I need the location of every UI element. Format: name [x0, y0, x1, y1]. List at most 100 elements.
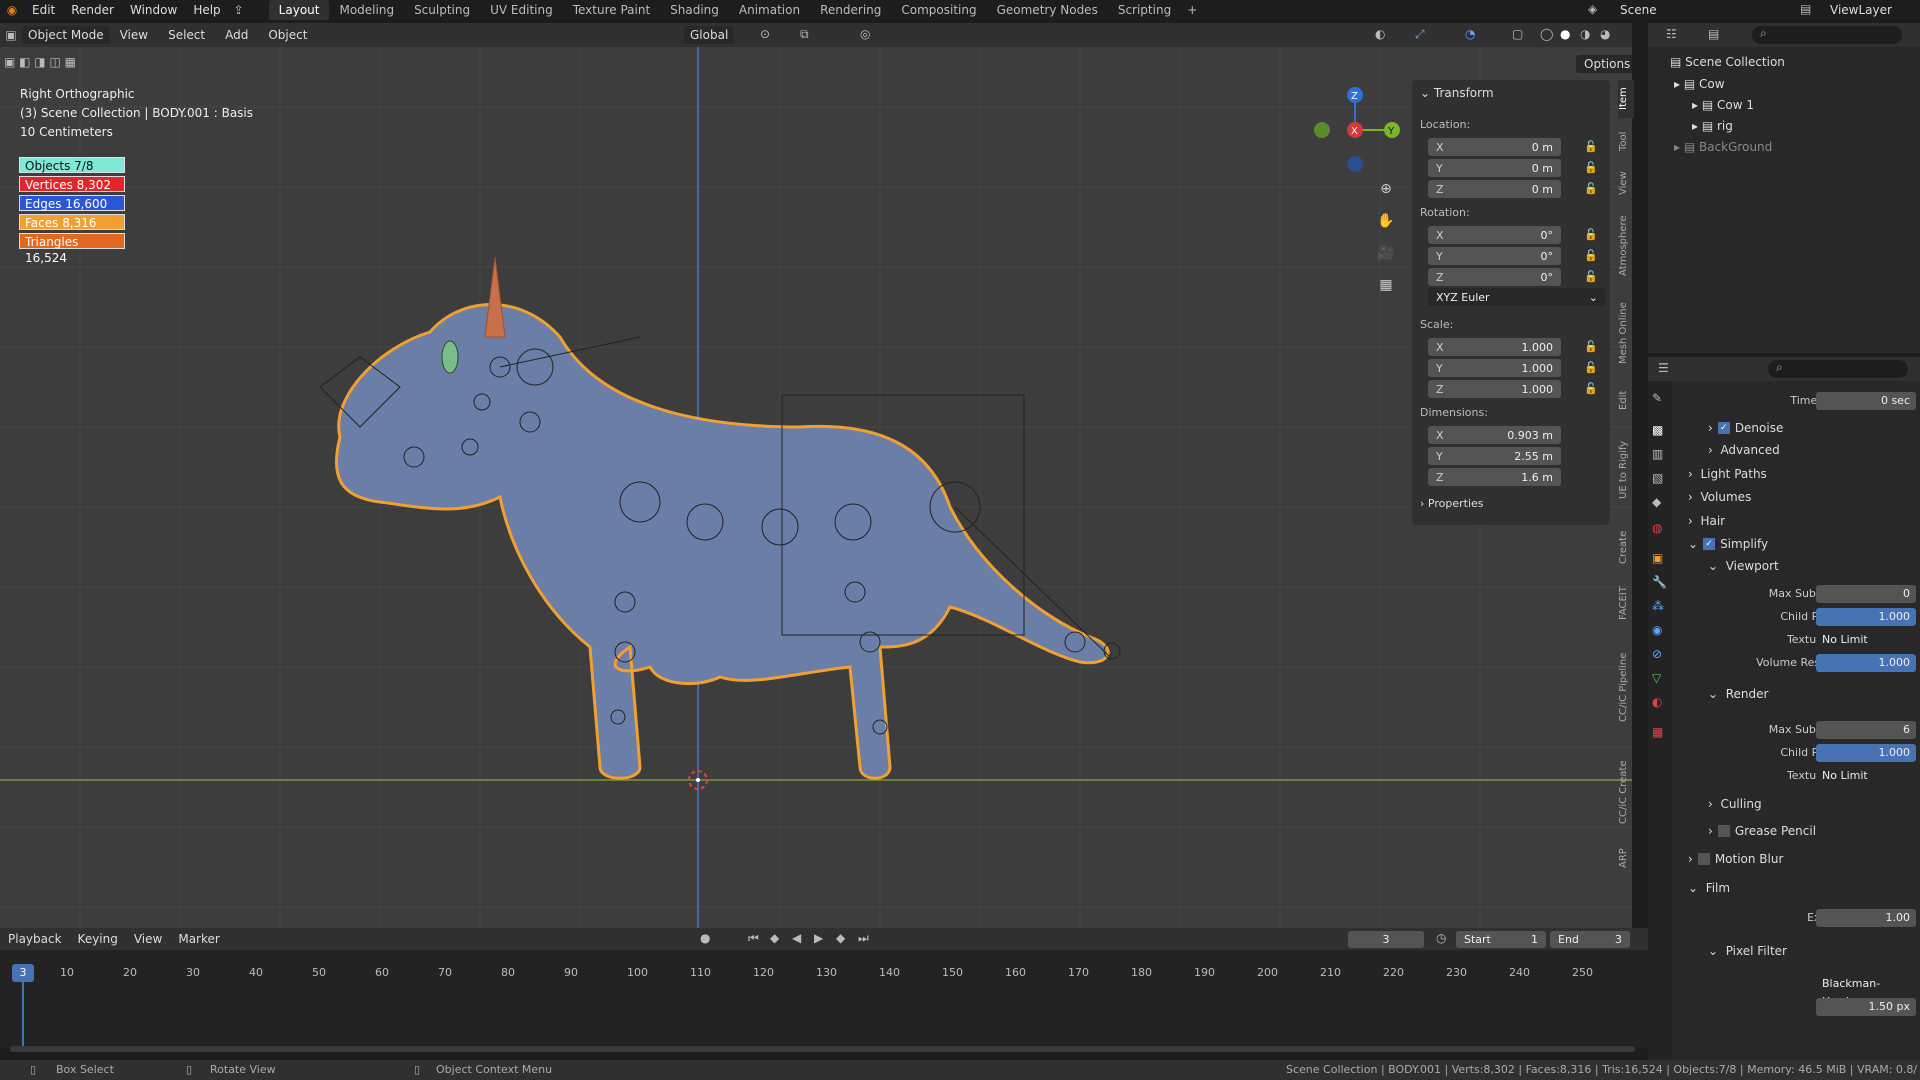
- camera-icon[interactable]: 🎥: [1374, 241, 1398, 265]
- sidebar-tab-mesh-online[interactable]: Mesh Online: [1618, 290, 1634, 377]
- scale-y-field[interactable]: Y 1.000: [1428, 359, 1561, 377]
- xray-icon[interactable]: ▢: [1512, 27, 1523, 41]
- properties-subpanel[interactable]: › Properties: [1420, 497, 1484, 510]
- r-child-particles-field[interactable]: 1.000: [1816, 744, 1916, 762]
- top-menu-help[interactable]: Help: [185, 3, 228, 17]
- proportional-icon[interactable]: ◎: [860, 27, 870, 41]
- pan-hand-icon[interactable]: ✋: [1374, 209, 1398, 233]
- filter-icon[interactable]: ▤: [1708, 27, 1719, 41]
- denoise-checkbox[interactable]: ✓: [1717, 422, 1730, 434]
- denoise-row[interactable]: › ✓ Denoise: [1708, 421, 1920, 435]
- location-y-field[interactable]: Y 0 m: [1428, 159, 1561, 177]
- top-menu-edit[interactable]: Edit: [24, 3, 63, 17]
- scene-collection-row[interactable]: ▤ Scene Collection: [1670, 55, 1785, 69]
- sidebar-tab-cc-ic-pipeline[interactable]: CC/iC Pipeline: [1618, 633, 1634, 741]
- filter-width-field[interactable]: 1.50 px: [1816, 998, 1916, 1016]
- jump-end-icon[interactable]: ⏭: [858, 931, 869, 946]
- motion-blur-checkbox[interactable]: [1697, 853, 1710, 865]
- add-workspace-button[interactable]: +: [1181, 3, 1203, 17]
- grease-pencil-subpanel[interactable]: › Grease Pencil: [1708, 824, 1920, 838]
- filter-type-dropdown[interactable]: Blackman-Harris: [1816, 975, 1916, 1008]
- viewport-menu-select[interactable]: Select: [158, 28, 215, 42]
- lock-icon[interactable]: 🔓: [1584, 140, 1598, 153]
- editor-type-icon[interactable]: ▣: [0, 28, 22, 42]
- render-shading-icon[interactable]: ◕: [1600, 27, 1610, 41]
- upload-icon[interactable]: ⇪: [229, 3, 249, 17]
- sidebar-tab-tool[interactable]: Tool: [1618, 122, 1634, 160]
- scene-props-icon[interactable]: ◆: [1652, 495, 1661, 509]
- sidebar-tab-atmosphere[interactable]: Atmosphere: [1618, 206, 1634, 286]
- record-icon[interactable]: ●: [700, 931, 710, 945]
- tab-compositing[interactable]: Compositing: [891, 0, 986, 20]
- tab-layout[interactable]: Layout: [268, 0, 330, 20]
- prev-keyframe-icon[interactable]: ◆: [770, 931, 779, 945]
- scene-name[interactable]: Scene: [1620, 3, 1657, 17]
- tab-sculpting[interactable]: Sculpting: [404, 0, 480, 20]
- rotation-x-field[interactable]: X 0°: [1428, 226, 1561, 244]
- playhead-marker[interactable]: 3: [12, 964, 34, 982]
- sidebar-tab-arp[interactable]: ARP: [1618, 843, 1634, 874]
- play-icon[interactable]: ▶: [814, 931, 823, 945]
- viewlayer-name[interactable]: ViewLayer: [1830, 3, 1892, 17]
- viewport-menu-object[interactable]: Object: [258, 28, 317, 42]
- outliner-search-input[interactable]: ⌕: [1752, 26, 1902, 44]
- cow-mesh[interactable]: [319, 256, 1121, 780]
- render-icon[interactable]: ▩: [1652, 423, 1663, 437]
- sidebar-tab-ue-to-rigify[interactable]: UE to Rigify: [1618, 423, 1634, 517]
- outliner-item-cow-1[interactable]: ▸ ▤ Cow 1: [1692, 98, 1754, 112]
- display-mode-icon[interactable]: ☷: [1666, 27, 1677, 41]
- grease-pencil-checkbox[interactable]: [1717, 825, 1730, 837]
- world-icon[interactable]: ◍: [1652, 521, 1662, 535]
- time-limit-field[interactable]: 0 sec: [1816, 392, 1916, 410]
- advanced-subpanel[interactable]: › Advanced: [1708, 443, 1920, 457]
- top-menu-render[interactable]: Render: [63, 3, 122, 17]
- orientation-dropdown[interactable]: Global: [684, 26, 735, 44]
- material-shading-icon[interactable]: ◑: [1580, 27, 1590, 41]
- sidebar-tab-item[interactable]: Item: [1618, 80, 1634, 118]
- tab-uv-editing[interactable]: UV Editing: [480, 0, 563, 20]
- film-panel[interactable]: ⌄ Film: [1688, 881, 1920, 895]
- constraints-icon[interactable]: ⊘: [1652, 647, 1662, 661]
- scene-icon[interactable]: ◈: [1588, 2, 1597, 16]
- start-frame-field[interactable]: Start 1: [1456, 931, 1546, 948]
- properties-editor-icon[interactable]: ☰: [1658, 361, 1669, 375]
- dimensions-y-field[interactable]: Y 2.55 m: [1428, 447, 1561, 465]
- timeline-menu-view[interactable]: View: [126, 932, 170, 946]
- tab-modeling[interactable]: Modeling: [329, 0, 404, 20]
- lock-icon[interactable]: 🔓: [1584, 228, 1598, 241]
- location-x-field[interactable]: X 0 m: [1428, 138, 1561, 156]
- tab-geometry-nodes[interactable]: Geometry Nodes: [987, 0, 1108, 20]
- outliner-item-rig[interactable]: ▸ ▤ rig: [1692, 119, 1733, 133]
- current-frame-field[interactable]: 3: [1348, 931, 1424, 948]
- hair-panel[interactable]: › Hair: [1688, 514, 1920, 528]
- tab-scripting[interactable]: Scripting: [1108, 0, 1181, 20]
- viewport-menu-add[interactable]: Add: [215, 28, 258, 42]
- scale-x-field[interactable]: X 1.000: [1428, 338, 1561, 356]
- timeline-menu-marker[interactable]: Marker: [170, 932, 227, 946]
- timeline-menu-keying[interactable]: Keying: [70, 932, 126, 946]
- perspective-grid-icon[interactable]: ▦: [1374, 273, 1398, 297]
- play-reverse-icon[interactable]: ◀: [792, 931, 801, 945]
- gizmo-icon[interactable]: ⤢: [1415, 27, 1425, 42]
- pixel-filter-subpanel[interactable]: ⌄ Pixel Filter: [1708, 944, 1920, 958]
- volumes-panel[interactable]: › Volumes: [1688, 490, 1920, 504]
- pivot-icon[interactable]: ⊙: [760, 27, 770, 41]
- modifier-icon[interactable]: 🔧: [1652, 575, 1667, 589]
- vp-max-subdiv-field[interactable]: 0: [1816, 585, 1916, 603]
- render-subpanel[interactable]: ⌄ Render: [1708, 687, 1920, 701]
- lock-icon[interactable]: 🔓: [1584, 161, 1598, 174]
- output-icon[interactable]: ▥: [1652, 447, 1663, 461]
- viewlayer-icon[interactable]: ▤: [1800, 2, 1811, 16]
- tab-animation[interactable]: Animation: [729, 0, 810, 20]
- viewport-subpanel[interactable]: ⌄ Viewport: [1708, 559, 1920, 573]
- sidebar-tab-cc-ic-create[interactable]: CC/iC Create: [1618, 745, 1634, 839]
- material-icon[interactable]: ◐: [1652, 695, 1662, 709]
- navigation-gizmo[interactable]: Z Y X: [1314, 87, 1400, 172]
- texture-icon[interactable]: ▦: [1652, 725, 1663, 739]
- vp-texture-limit-dropdown[interactable]: No Limit: [1816, 631, 1916, 649]
- properties-search-input[interactable]: ⌕: [1768, 360, 1908, 378]
- rotation-z-field[interactable]: Z 0°: [1428, 268, 1561, 286]
- light-paths-panel[interactable]: › Light Paths: [1688, 467, 1920, 481]
- sidebar-tab-edit[interactable]: Edit: [1618, 381, 1634, 419]
- blender-logo-icon[interactable]: ◉: [0, 3, 24, 17]
